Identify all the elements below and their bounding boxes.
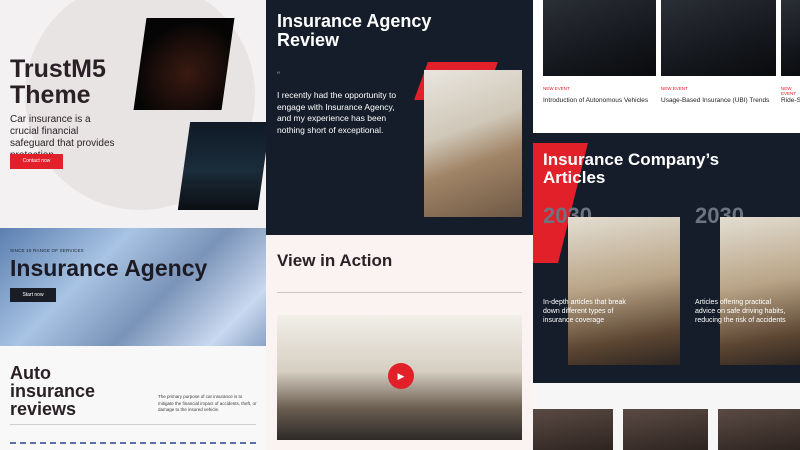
hero-title: TrustM5 Theme: [10, 55, 106, 109]
event-label: NEW EVENT: [543, 86, 570, 91]
view-in-action-panel: View in Action ▶: [266, 235, 533, 450]
play-icon[interactable]: ▶: [388, 363, 414, 389]
contact-button[interactable]: Contact now: [10, 154, 63, 169]
review-title: Insurance Agency Review: [277, 11, 432, 50]
articles-title: Insurance Company’s Articles: [543, 150, 720, 187]
decorative-dashes: [10, 442, 256, 448]
event-image[interactable]: [781, 0, 800, 76]
auto-reviews-panel: Auto insurance reviews The primary purpo…: [0, 346, 266, 450]
event-label: NEW EVENT: [781, 86, 797, 96]
speedometer-image: [133, 18, 235, 110]
hero-panel: TrustM5 Theme Car insurance is a crucial…: [0, 0, 266, 228]
start-now-button[interactable]: Start now: [10, 288, 56, 302]
quote-icon: “: [277, 70, 280, 80]
gallery-image[interactable]: [718, 409, 800, 450]
auto-reviews-description: The primary purpose of car insurance is …: [158, 394, 257, 412]
article-text[interactable]: In-depth articles that break down differ…: [543, 298, 641, 325]
event-title[interactable]: Ride-S: [781, 97, 800, 106]
gallery-image[interactable]: [533, 409, 613, 450]
agency-panel: SINCE 10 RANGE OF SERVICES Insurance Age…: [0, 228, 266, 346]
night-car-image: [177, 122, 266, 210]
articles-panel: Insurance Company’s Articles 2030 In-dep…: [533, 133, 800, 383]
agency-title: Insurance Agency: [10, 255, 208, 281]
review-text: I recently had the opportunity to engage…: [277, 90, 397, 135]
event-label: NEW EVENT: [661, 86, 688, 91]
divider: [277, 292, 522, 293]
agency-review-panel: Insurance Agency Review “ I recently had…: [266, 0, 533, 235]
gallery-image[interactable]: [623, 409, 708, 450]
event-image[interactable]: [661, 0, 776, 76]
article-text[interactable]: Articles offering practical advice on sa…: [695, 298, 793, 325]
event-title[interactable]: Usage-Based Insurance (UBI) Trends: [661, 97, 771, 106]
divider: [10, 424, 256, 425]
article-image[interactable]: [720, 217, 800, 365]
action-title: View in Action: [277, 251, 393, 270]
events-panel: NEW EVENT Introduction of Autonomous Veh…: [533, 0, 800, 133]
event-title[interactable]: Introduction of Autonomous Vehicles: [543, 97, 653, 106]
reviewer-photo: [424, 70, 522, 217]
auto-reviews-title: Auto insurance reviews: [10, 363, 96, 419]
agency-eyebrow: SINCE 10 RANGE OF SERVICES: [10, 248, 84, 253]
article-image[interactable]: [568, 217, 680, 365]
event-image[interactable]: [543, 0, 656, 76]
gallery-strip: [533, 383, 800, 450]
